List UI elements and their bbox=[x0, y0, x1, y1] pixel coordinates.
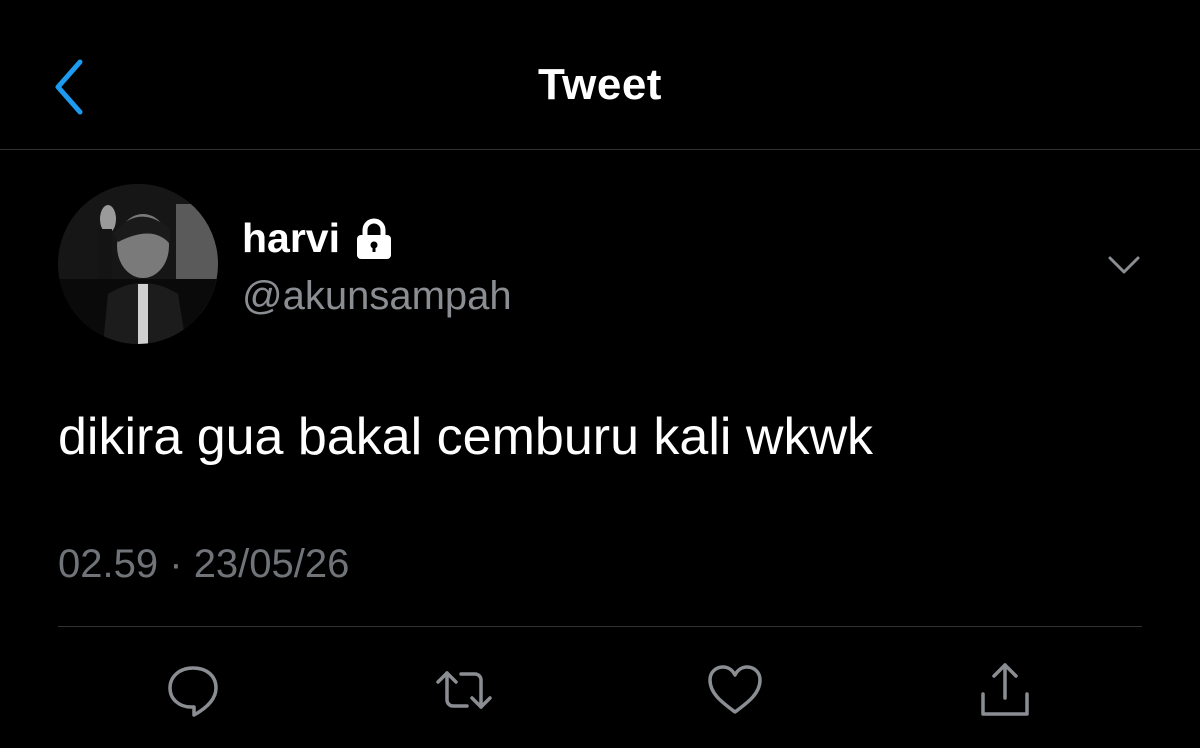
avatar[interactable] bbox=[58, 184, 218, 344]
retweet-icon bbox=[436, 671, 492, 709]
tweet-date: 23/05/26 bbox=[193, 542, 350, 586]
author-name-row: harvi bbox=[242, 212, 396, 264]
lock-icon bbox=[357, 218, 391, 259]
divider bbox=[58, 626, 1142, 627]
retweet-button[interactable] bbox=[434, 660, 494, 720]
tweet-timestamp: 02.59 · 23/05/26 bbox=[58, 538, 349, 590]
display-name[interactable]: harvi bbox=[242, 212, 340, 264]
share-icon bbox=[981, 663, 1029, 716]
page-title: Tweet bbox=[538, 60, 662, 109]
like-icon bbox=[708, 665, 762, 714]
top-bar: Tweet bbox=[0, 0, 1200, 150]
avatar-image bbox=[58, 184, 218, 344]
like-button[interactable] bbox=[705, 660, 765, 720]
reply-icon bbox=[168, 666, 218, 717]
tweet-time: 02.59 bbox=[58, 542, 159, 586]
tweet-text: dikira gua bakal cemburu kali wkwk bbox=[58, 408, 874, 466]
share-button[interactable] bbox=[975, 660, 1035, 720]
meta-separator: · bbox=[169, 542, 183, 586]
chevron-down-icon bbox=[1108, 256, 1140, 274]
tweet-options-button[interactable] bbox=[1104, 248, 1144, 282]
author-handle[interactable]: @akunsampah bbox=[242, 272, 512, 320]
reply-button[interactable] bbox=[163, 660, 223, 720]
